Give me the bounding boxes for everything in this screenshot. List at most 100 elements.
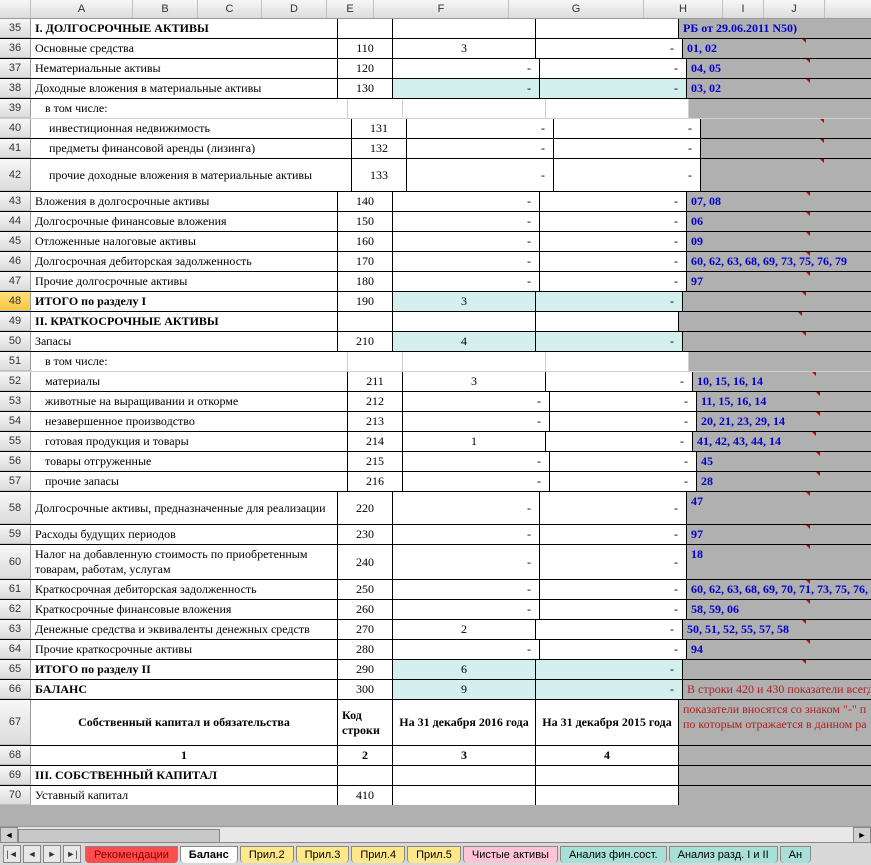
row-header-60[interactable]: 60 <box>0 545 31 579</box>
cell-value-g[interactable] <box>536 766 679 785</box>
note-cell[interactable]: 94 <box>687 640 871 659</box>
cell-code[interactable]: 180 <box>338 272 393 291</box>
cell-label[interactable]: Запасы <box>31 332 338 351</box>
cell-value-g[interactable]: - <box>550 472 697 491</box>
row-header-55[interactable]: 55 <box>0 432 31 451</box>
cell-code[interactable]: 215 <box>348 452 403 471</box>
cell-label[interactable]: Прочие долгосрочные активы <box>31 272 338 291</box>
note-cell[interactable]: РБ от 29.06.2011 N50) <box>679 19 871 38</box>
row-header-37[interactable]: 37 <box>0 59 31 78</box>
note-cell[interactable] <box>683 332 871 351</box>
cell-value-f[interactable]: - <box>393 79 540 98</box>
cell-value-f[interactable]: 3 <box>403 372 546 391</box>
cell-value-f[interactable]: - <box>393 525 540 544</box>
col-header-I[interactable]: I <box>723 0 764 18</box>
row-header-65[interactable]: 65 <box>0 660 31 679</box>
cell-code[interactable]: 150 <box>338 212 393 231</box>
cell-code[interactable]: 220 <box>338 492 393 524</box>
cell-code[interactable]: 190 <box>338 292 393 311</box>
cell-label[interactable]: Прочие краткосрочные активы <box>31 640 338 659</box>
cell-label[interactable]: ИТОГО по разделу II <box>31 660 338 679</box>
cell-value-g[interactable]: - <box>536 660 683 679</box>
cell-value-g[interactable] <box>546 352 689 371</box>
note-cell[interactable] <box>683 292 871 311</box>
note-cell[interactable]: 60, 62, 63, 68, 69, 70, 71, 73, 75, 76, … <box>687 580 871 599</box>
horizontal-scrollbar[interactable]: ◄ ► <box>0 826 871 843</box>
cell-value-g[interactable]: - <box>536 620 683 639</box>
cell-code[interactable]: 270 <box>338 620 393 639</box>
cell-code[interactable]: 170 <box>338 252 393 271</box>
sheet-tab[interactable]: Прил.2 <box>240 846 294 863</box>
cell-value-f[interactable]: - <box>393 492 540 524</box>
sheet-tab[interactable]: Ан <box>780 846 811 863</box>
cell-code[interactable]: 290 <box>338 660 393 679</box>
cell-label[interactable]: Долгосрочная дебиторская задолженность <box>31 252 338 271</box>
row-header-58[interactable]: 58 <box>0 492 31 524</box>
row-header-48[interactable]: 48 <box>0 292 31 311</box>
note-cell[interactable] <box>689 352 871 371</box>
note-cell[interactable]: 10, 15, 16, 14 <box>693 372 871 391</box>
note-cell[interactable]: 07, 08 <box>687 192 871 211</box>
row-header-41[interactable]: 41 <box>0 139 31 158</box>
cell-value-f[interactable]: - <box>403 392 550 411</box>
cell-label[interactable]: Расходы будущих периодов <box>31 525 338 544</box>
cell-code[interactable]: Код строки <box>338 700 393 745</box>
row-header-44[interactable]: 44 <box>0 212 31 231</box>
cell-value-g[interactable]: - <box>554 139 701 158</box>
note-cell[interactable]: 45 <box>697 452 871 471</box>
cell-code[interactable]: 250 <box>338 580 393 599</box>
note-cell[interactable]: 50, 51, 52, 55, 57, 58 <box>683 620 871 639</box>
col-header-F[interactable]: F <box>374 0 509 18</box>
cell-label[interactable]: в том числе: <box>31 352 348 371</box>
cell-label[interactable]: Нематериальные активы <box>31 59 338 78</box>
cell-value-g[interactable]: - <box>550 452 697 471</box>
row-header-43[interactable]: 43 <box>0 192 31 211</box>
note-cell[interactable]: 18 <box>687 545 871 579</box>
note-cell[interactable]: 28 <box>697 472 871 491</box>
cell-value-f[interactable]: 3 <box>393 292 536 311</box>
note-cell[interactable] <box>683 660 871 679</box>
row-header-50[interactable]: 50 <box>0 332 31 351</box>
row-header-54[interactable]: 54 <box>0 412 31 431</box>
cell-value-f[interactable] <box>393 786 536 805</box>
cell-value-g[interactable]: - <box>540 640 687 659</box>
row-header-69[interactable]: 69 <box>0 766 31 785</box>
col-header-E[interactable]: E <box>327 0 374 18</box>
cell-value-g[interactable]: - <box>536 292 683 311</box>
cell-value-g[interactable] <box>536 786 679 805</box>
cell-value-f[interactable]: - <box>407 119 554 138</box>
cell-value-g[interactable]: - <box>540 79 687 98</box>
row-header-42[interactable]: 42 <box>0 159 31 191</box>
row-header-59[interactable]: 59 <box>0 525 31 544</box>
cell-value-f[interactable] <box>393 19 536 38</box>
cell-value-f[interactable]: - <box>393 212 540 231</box>
note-cell[interactable]: 09 <box>687 232 871 251</box>
cell-code[interactable]: 410 <box>338 786 393 805</box>
cell-label[interactable]: Вложения в долгосрочные активы <box>31 192 338 211</box>
cell-label[interactable]: прочие запасы <box>31 472 348 491</box>
cell-value-f[interactable]: - <box>403 452 550 471</box>
cell-label[interactable]: III. СОБСТВЕННЫЙ КАПИТАЛ <box>31 766 338 785</box>
cell-code[interactable]: 214 <box>348 432 403 451</box>
cell-label[interactable]: незавершенное производство <box>31 412 348 431</box>
cell-label[interactable]: I. ДОЛГОСРОЧНЫЕ АКТИВЫ <box>31 19 338 38</box>
note-cell[interactable]: 60, 62, 63, 68, 69, 73, 75, 76, 79 <box>687 252 871 271</box>
cell-value-f[interactable]: 3 <box>393 746 536 765</box>
cell-label[interactable]: БАЛАНС <box>31 680 338 699</box>
cell-value-f[interactable]: 6 <box>393 660 536 679</box>
note-cell[interactable]: 47 <box>687 492 871 524</box>
cell-value-g[interactable]: - <box>536 680 683 699</box>
cell-value-f[interactable]: - <box>407 139 554 158</box>
tab-first-button[interactable]: |◄ <box>3 845 21 863</box>
row-header-38[interactable]: 38 <box>0 79 31 98</box>
cell-value-g[interactable]: - <box>546 372 693 391</box>
cell-value-f[interactable] <box>393 312 536 331</box>
row-header-70[interactable]: 70 <box>0 786 31 805</box>
note-cell[interactable]: 58, 59, 06 <box>687 600 871 619</box>
cell-code[interactable]: 213 <box>348 412 403 431</box>
cell-code[interactable]: 160 <box>338 232 393 251</box>
cell-value-f[interactable]: 4 <box>393 332 536 351</box>
cell-value-g[interactable]: - <box>536 332 683 351</box>
scroll-thumb[interactable] <box>18 829 220 843</box>
sheet-tab[interactable]: Рекомендации <box>85 846 178 863</box>
